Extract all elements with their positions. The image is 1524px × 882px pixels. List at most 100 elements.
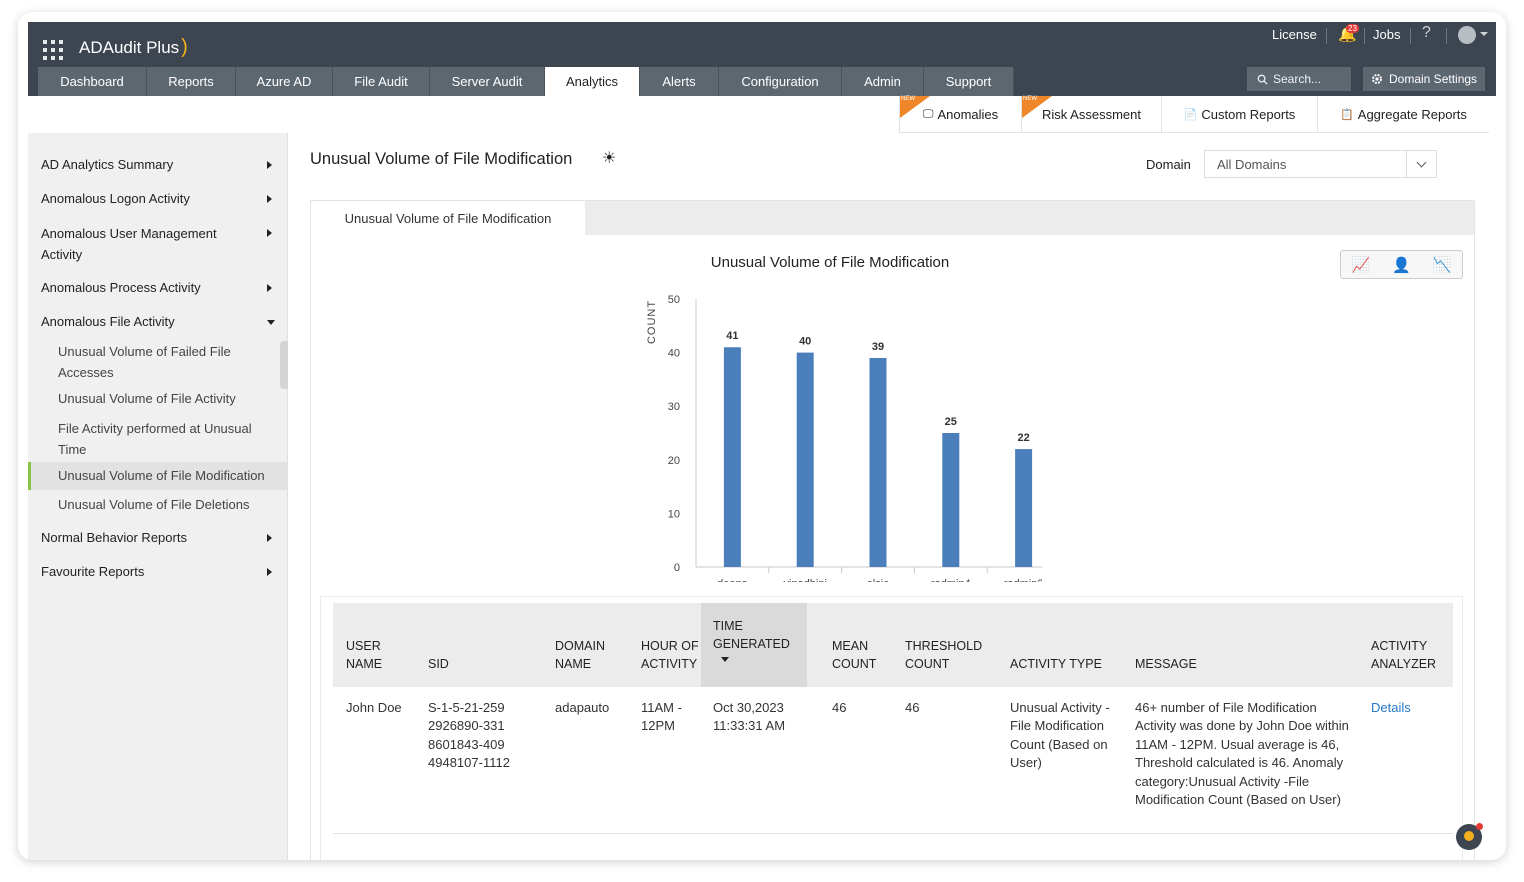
column-header[interactable]: MESSAGE <box>1135 655 1197 673</box>
cell-hour: 11AM - 12PM <box>641 700 682 734</box>
domain-settings-label: Domain Settings <box>1389 72 1478 86</box>
details-link[interactable]: Details <box>1371 700 1411 715</box>
license-link[interactable]: License <box>1272 27 1317 42</box>
chat-support-icon[interactable] <box>1456 823 1483 850</box>
column-header[interactable]: USER NAME <box>346 637 382 673</box>
app-logo: ADAudit Plus) <box>79 36 188 58</box>
chevron-right-icon[interactable] <box>267 534 272 542</box>
chevron-right-icon[interactable] <box>267 568 272 576</box>
divider <box>1446 28 1447 44</box>
subnav-aggregate-reports[interactable]: 📋 Aggregate Reports <box>1317 96 1489 133</box>
column-header[interactable]: DOMAIN NAME <box>555 637 605 673</box>
new-badge: NEW <box>1022 96 1052 118</box>
column-header-line: TIME <box>713 619 743 633</box>
user-avatar-icon[interactable] <box>1458 26 1476 44</box>
sidebar-item-unusual-volume-of-failed-file-accesses[interactable]: Unusual Volume of Failed File Accesses <box>28 341 288 381</box>
column-header-line: NAME <box>555 657 592 671</box>
add-chart-icon[interactable]: 📈 <box>1352 256 1371 274</box>
bar-radmin4 <box>942 433 960 567</box>
tab-support[interactable]: Support <box>924 67 1014 96</box>
divider <box>1364 28 1365 44</box>
sidebar-item-file-activity-performed-at-unusual-time[interactable]: File Activity performed at Unusual Time <box>28 418 288 458</box>
subnav-risk-assessment[interactable]: NEW Risk Assessment <box>1021 96 1161 133</box>
domain-label: Domain <box>1146 157 1191 172</box>
y-axis-label: COUNT <box>646 300 658 344</box>
chart-type-icon[interactable]: 📉 <box>1432 256 1451 274</box>
domain-settings-button[interactable]: Domain Settings <box>1363 67 1485 91</box>
search-box[interactable]: Search... <box>1247 67 1351 91</box>
domain-select[interactable]: All Domains <box>1204 150 1437 178</box>
jobs-link[interactable]: Jobs <box>1373 27 1400 42</box>
column-header[interactable]: ACTIVITY ANALYZER <box>1371 637 1436 673</box>
sidebar-item-label: Favourite Reports <box>41 564 145 579</box>
tab-admin[interactable]: Admin <box>842 67 924 96</box>
sidebar-item-unusual-volume-of-file-activity[interactable]: Unusual Volume of File Activity <box>28 389 288 409</box>
tab-azure-ad[interactable]: Azure AD <box>236 67 333 96</box>
sidebar-item-normal-behavior-reports[interactable]: Normal Behavior Reports <box>28 528 288 548</box>
sidebar-item-label: Unusual Volume of File Deletions <box>58 497 250 512</box>
subnav-label: Risk Assessment <box>1042 107 1141 122</box>
sidebar-collapse-handle[interactable] <box>280 341 288 389</box>
new-badge: NEW <box>900 96 930 118</box>
column-header-line: MEAN <box>832 639 869 653</box>
bell-icon[interactable]: 🔔 23 <box>1338 24 1359 43</box>
column-header[interactable]: HOUR OF ACTIVITY <box>641 637 699 673</box>
column-header[interactable]: ACTIVITY TYPE <box>1010 655 1102 673</box>
help-icon[interactable]: ? <box>1422 24 1431 42</box>
column-header-line: MESSAGE <box>1135 657 1197 671</box>
data-label: 25 <box>945 416 957 428</box>
column-header[interactable]: SID <box>428 655 449 673</box>
sidebar-item-unusual-volume-of-file-modification[interactable]: Unusual Volume of File Modification <box>28 462 288 490</box>
column-header[interactable]: THRESHOLD COUNT <box>905 637 982 673</box>
column-header[interactable]: MEAN COUNT <box>832 637 876 673</box>
cell-type: Unusual Activity -File Modification Coun… <box>1010 700 1110 771</box>
tab-file-audit[interactable]: File Audit <box>333 67 430 96</box>
cell-domain: adapauto <box>555 700 610 715</box>
tab-analytics[interactable]: Analytics <box>545 67 640 96</box>
page-title: Unusual Volume of File Modification <box>310 150 573 168</box>
y-tick-label: 10 <box>668 508 680 520</box>
sidebar-item-label: AD Analytics Summary <box>41 157 174 172</box>
sub-nav: NEW 🖵 Anomalies NEW Risk Assessment 📄 Custom R… <box>899 96 1489 133</box>
chevron-right-icon[interactable] <box>267 229 272 237</box>
data-label: 41 <box>726 330 738 342</box>
domain-select-value: All Domains <box>1217 156 1287 172</box>
column-header-line: ACTIVITY <box>641 657 698 671</box>
sidebar-item-favourite-reports[interactable]: Favourite Reports <box>28 562 288 582</box>
sidebar-item-anomalous-logon-activity[interactable]: Anomalous Logon Activity <box>28 189 288 209</box>
bar-elsie <box>869 357 887 567</box>
tab-report[interactable]: Unusual Volume of File Modification <box>311 201 585 235</box>
tab-server-audit[interactable]: Server Audit <box>430 67 545 96</box>
column-header-line: ANALYZER <box>1371 657 1437 671</box>
tab-configuration[interactable]: Configuration <box>719 67 842 96</box>
cell-message: 46+ number of File Modification Activity… <box>1135 700 1349 808</box>
sidebar-item-anomalous-file-activity[interactable]: Anomalous File Activity <box>28 312 288 332</box>
chevron-right-icon[interactable] <box>267 284 272 292</box>
sidebar-item-anomalous-process-activity[interactable]: Anomalous Process Activity <box>28 278 288 298</box>
chevron-right-icon[interactable] <box>267 195 272 203</box>
sidebar-item-unusual-volume-of-file-deletions[interactable]: Unusual Volume of File Deletions <box>28 495 288 515</box>
subnav-custom-reports[interactable]: 📄 Custom Reports <box>1161 96 1317 133</box>
apps-grid-icon[interactable] <box>43 40 63 60</box>
chevron-down-icon[interactable] <box>267 320 275 325</box>
tab-dashboard[interactable]: Dashboard <box>38 67 147 96</box>
subnav-label: Aggregate Reports <box>1357 107 1467 122</box>
tab-reports[interactable]: Reports <box>147 67 236 96</box>
sidebar-item-anomalous-user-management-activity[interactable]: Anomalous User Management Activity <box>28 223 288 265</box>
gear-icon <box>1372 74 1382 84</box>
user-chart-icon[interactable]: 👤 <box>1392 256 1411 274</box>
lightbulb-icon[interactable]: ☀ <box>602 148 616 168</box>
column-header-line: GENERATED <box>713 637 790 651</box>
sort-desc-icon[interactable] <box>721 657 729 662</box>
tab-alerts[interactable]: Alerts <box>640 67 719 96</box>
cell-sid: S-1-5-21-2592926890-3318601843-409494810… <box>428 700 510 771</box>
chevron-right-icon[interactable] <box>267 161 272 169</box>
chevron-down-icon[interactable] <box>1480 32 1488 36</box>
sidebar-item-ad-analytics-summary[interactable]: AD Analytics Summary <box>28 155 288 175</box>
y-tick-label: 40 <box>668 348 680 360</box>
cell-time: Oct 30,2023 11:33:31 AM <box>713 700 786 734</box>
column-header[interactable]: TIME GENERATED <box>701 603 807 687</box>
sidebar-item-label: Anomalous Process Activity <box>41 280 201 295</box>
subnav-anomalies[interactable]: NEW 🖵 Anomalies <box>899 96 1021 133</box>
chevron-down-icon[interactable] <box>1406 151 1436 177</box>
